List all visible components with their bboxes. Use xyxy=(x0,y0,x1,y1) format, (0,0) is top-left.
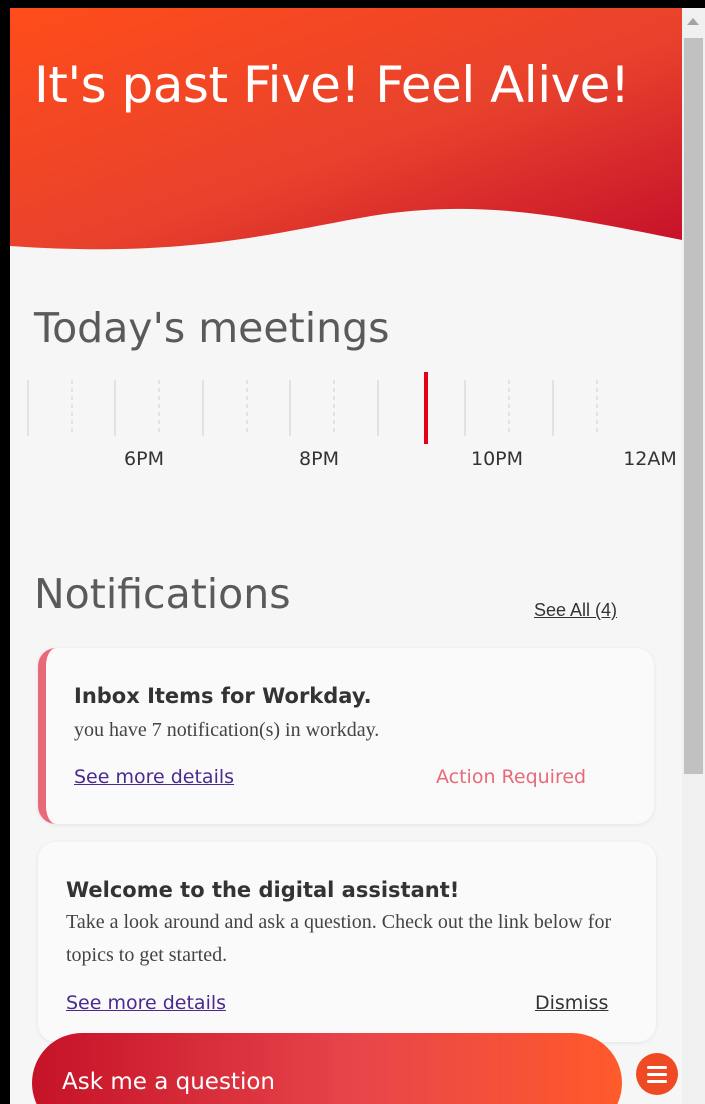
meetings-timeline[interactable]: 6PM 8PM 10PM 12AM xyxy=(10,368,682,478)
hero-title: It's past Five! Feel Alive! xyxy=(34,56,630,114)
ask-question-label: Ask me a question xyxy=(62,1069,275,1095)
arrow-up-icon[interactable] xyxy=(687,18,699,25)
app-frame: It's past Five! Feel Alive! Today's meet… xyxy=(0,0,705,1104)
hero-background xyxy=(10,8,682,250)
assistant-panel: It's past Five! Feel Alive! Today's meet… xyxy=(10,8,682,1104)
ask-question-button[interactable]: Ask me a question xyxy=(32,1033,622,1104)
scrollbar-thumb[interactable] xyxy=(684,38,703,774)
notification-card-welcome: Welcome to the digital assistant! Take a… xyxy=(38,842,656,1042)
notification-card-workday: Inbox Items for Workday. you have 7 noti… xyxy=(38,648,654,824)
hero-banner: It's past Five! Feel Alive! xyxy=(10,8,682,258)
see-all-link[interactable]: See All (4) xyxy=(534,600,617,621)
see-more-details-link[interactable]: See more details xyxy=(74,766,234,788)
tick-label: 8PM xyxy=(299,448,339,470)
meetings-title: Today's meetings xyxy=(34,304,390,352)
hamburger-menu-icon[interactable] xyxy=(636,1053,678,1095)
tick-label: 10PM xyxy=(470,448,524,470)
card-body: you have 7 notification(s) in workday. xyxy=(74,719,380,741)
card-body: Take a look around and ask a question. C… xyxy=(66,911,612,966)
dismiss-button[interactable]: Dismiss xyxy=(535,992,608,1014)
notifications-title: Notifications xyxy=(34,570,291,618)
vertical-scrollbar[interactable] xyxy=(682,8,705,1104)
tick-label: 6PM xyxy=(124,448,164,470)
timeline-grid xyxy=(27,372,598,444)
tick-label: 12AM xyxy=(623,448,677,470)
action-required-status: Action Required xyxy=(436,766,587,788)
see-more-details-link[interactable]: See more details xyxy=(66,992,226,1014)
card-title: Inbox Items for Workday. xyxy=(74,684,372,708)
card-title: Welcome to the digital assistant! xyxy=(66,878,460,902)
